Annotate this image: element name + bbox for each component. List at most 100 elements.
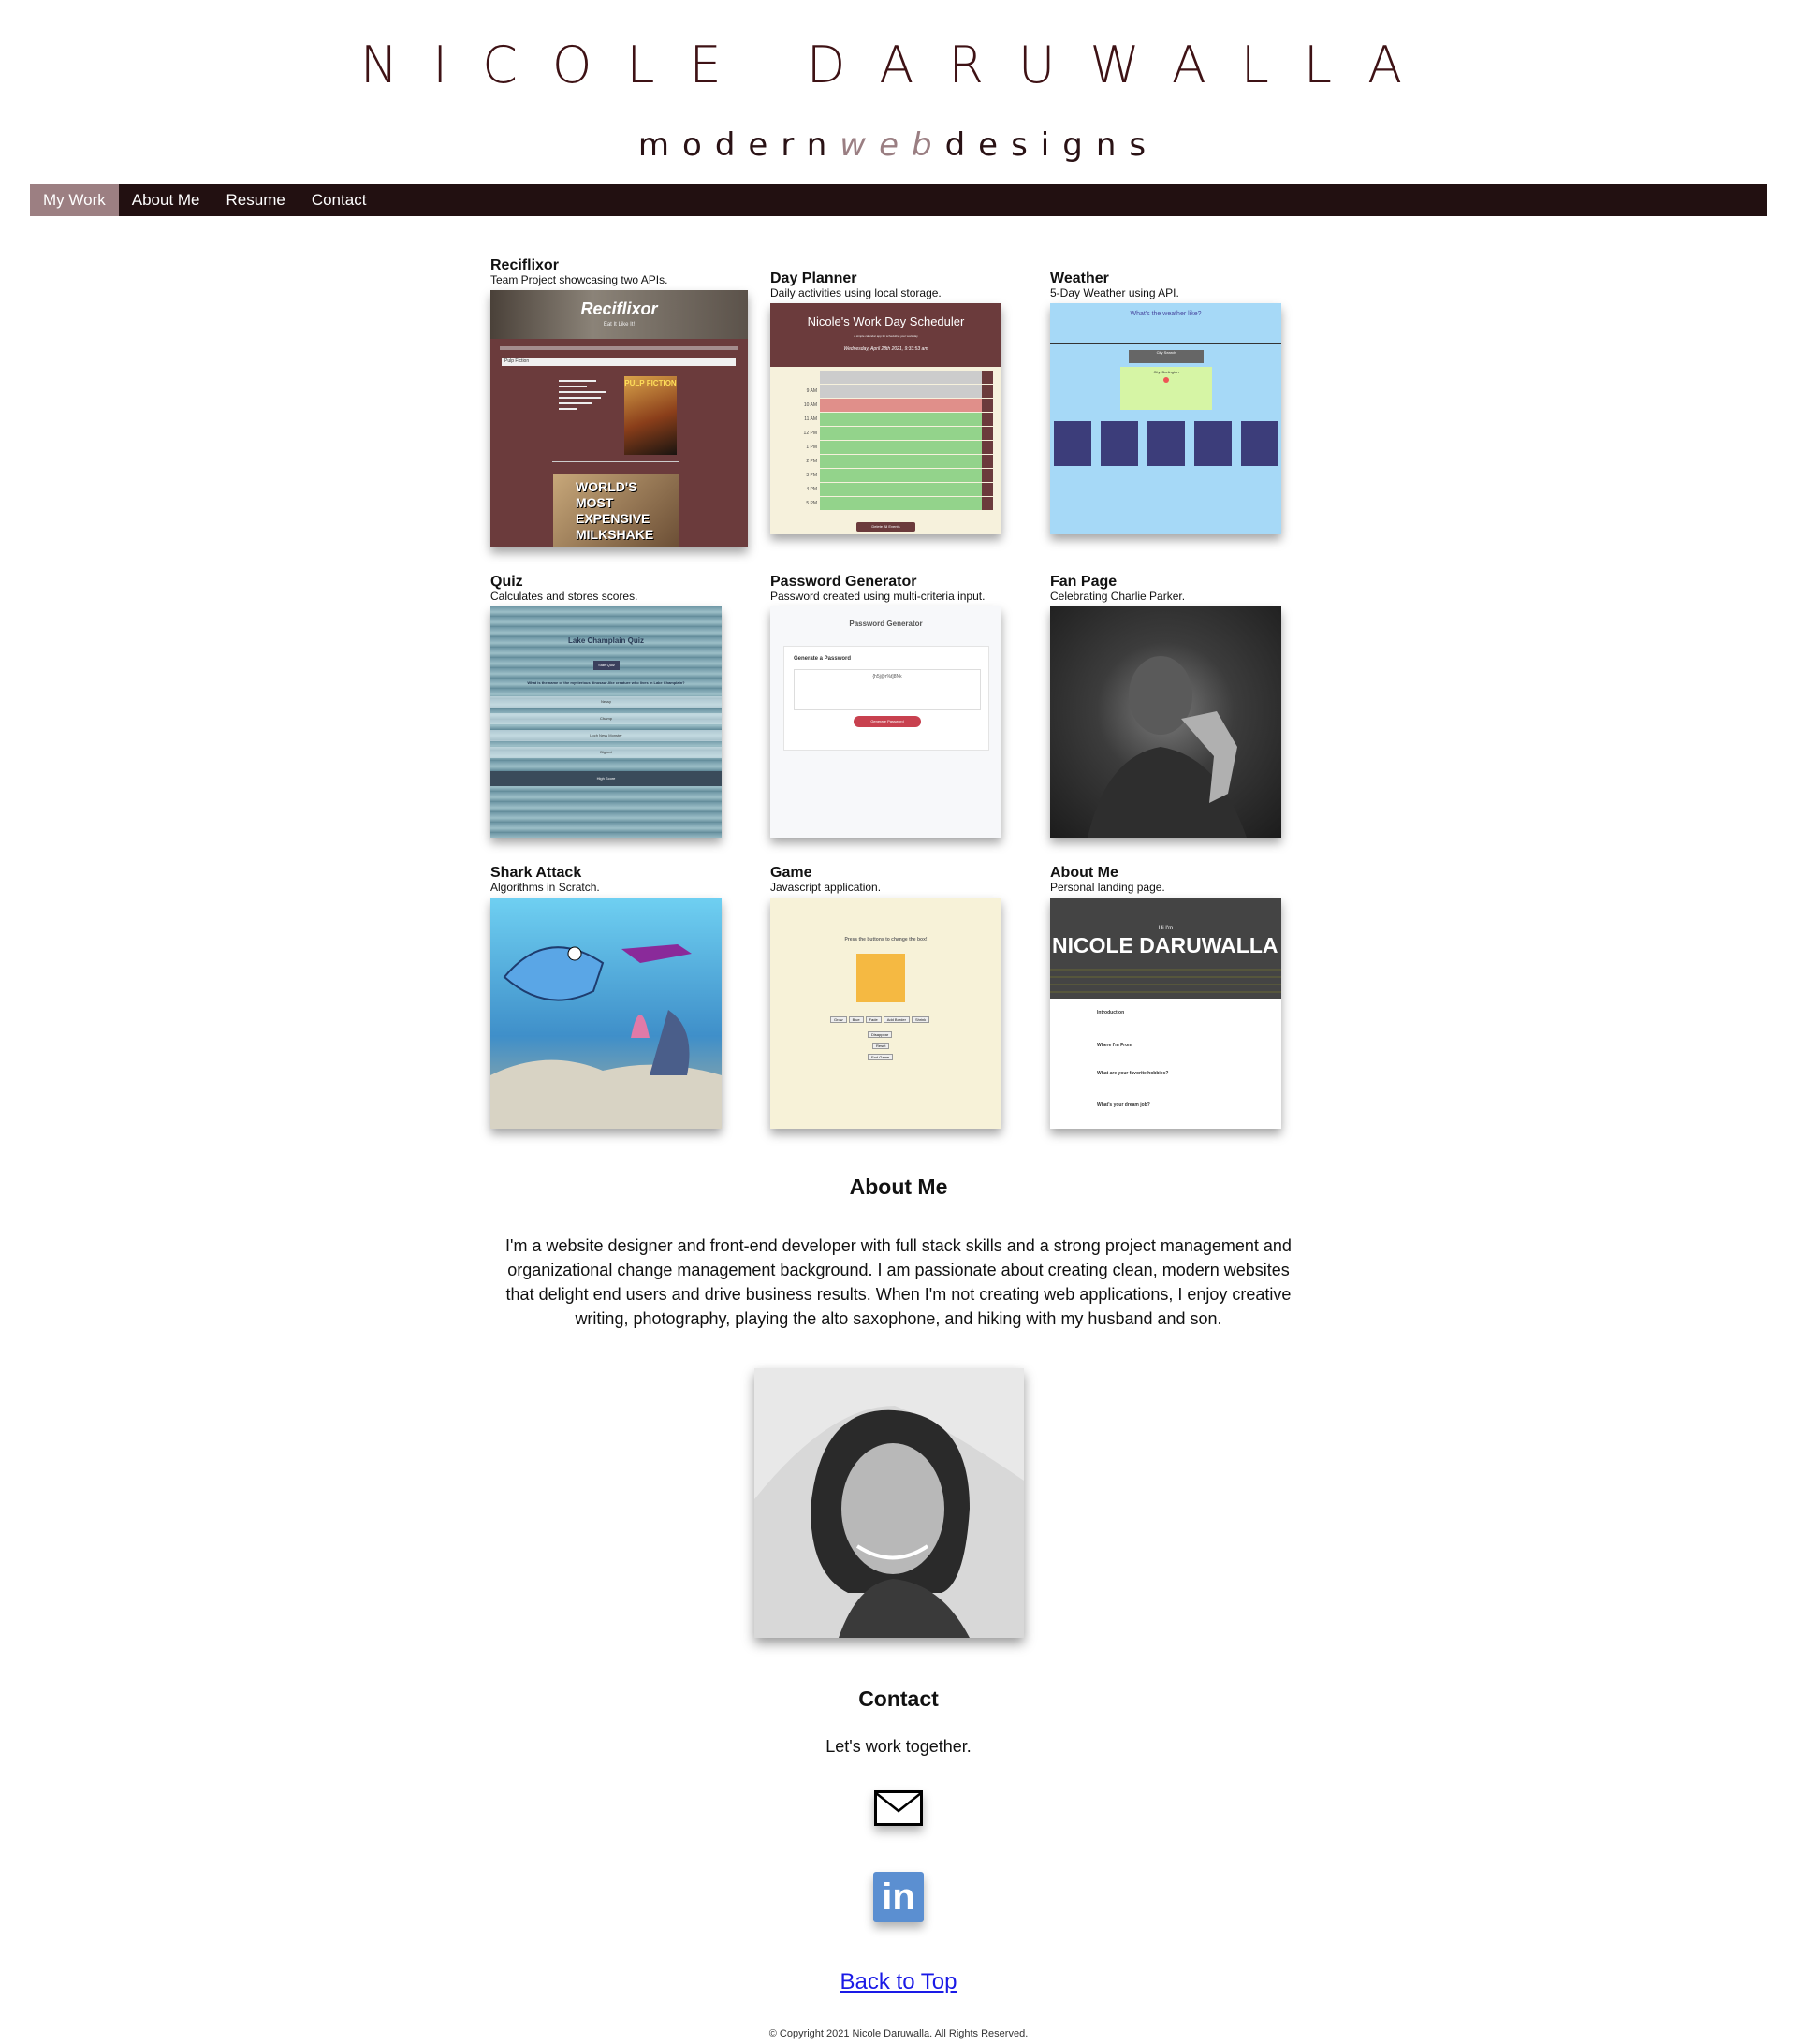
quiz-start-button: Start Quiz (593, 661, 620, 670)
planner-header: Nicole's Work Day Scheduler A simple cal… (770, 303, 1001, 367)
planner-row: 11 AM (780, 413, 993, 426)
poster-title: PULP FICTION (624, 379, 677, 387)
pw-generate-button: Generate Password (854, 716, 921, 727)
milkshake-banner: WORLD'S MOST EXPENSIVE MILKSHAKE (553, 474, 679, 548)
project-description: Algorithms in Scratch. (490, 881, 600, 894)
game-button-shrink: Shrink (911, 1016, 930, 1023)
game-button-grow: Grow (830, 1016, 847, 1023)
project-title: Password Generator (770, 574, 917, 590)
planner-row: 10 AM (780, 399, 993, 412)
planner-row-past (780, 371, 993, 384)
weather-current-card: City: Burlington (1120, 367, 1212, 410)
project-title: Shark Attack (490, 865, 582, 881)
thumb-password-generator[interactable]: Password Generator Generate a Password {… (770, 606, 1001, 838)
linkedin-icon[interactable]: in (873, 1872, 924, 1922)
thumb-weather[interactable]: What's the weather like? City Search Cit… (1050, 303, 1281, 534)
planner-sub: A simple calendar app for scheduling you… (854, 334, 918, 338)
project-title: Game (770, 865, 812, 881)
reciflixor-divider (552, 461, 679, 462)
about-name: NICOLE DARUWALLA (1052, 933, 1278, 957)
project-title: Day Planner (770, 270, 857, 286)
weather-divider (1050, 343, 1281, 344)
forecast-card (1054, 421, 1091, 466)
about-section-dream: What's your dream job? (1097, 1102, 1150, 1108)
project-description: Password created using multi-criteria in… (770, 590, 986, 603)
envelope-icon-graphic (874, 1790, 923, 1826)
project-title: About Me (1050, 865, 1118, 881)
forecast-card (1194, 421, 1232, 466)
project-shark-attack: Shark Attack Algorithms in Scratch. (490, 865, 771, 895)
project-description: 5-Day Weather using API. (1050, 286, 1179, 299)
site-title: NICOLE DARUWALLA (359, 36, 1438, 95)
reciflixor-search: Pulp Fiction (502, 358, 736, 366)
project-password-generator: Password Generator Password created usin… (770, 574, 1051, 604)
about-section-from: Where I'm From (1097, 1043, 1132, 1048)
site-tagline: modernwebdesigns (0, 126, 1797, 164)
nav-my-work[interactable]: My Work (30, 184, 119, 216)
project-description: Javascript application. (770, 881, 882, 894)
code-background (1050, 963, 1281, 999)
project-weather: Weather 5-Day Weather using API. (1050, 270, 1331, 300)
main-nav: My Work About Me Resume Contact (30, 184, 1767, 216)
envelope-icon[interactable] (874, 1790, 923, 1826)
thumb-day-planner[interactable]: Nicole's Work Day Scheduler A simple cal… (770, 303, 1001, 534)
weather-search-label: City Search (1156, 350, 1176, 355)
nav-resume[interactable]: Resume (213, 184, 299, 216)
forecast-card (1241, 421, 1278, 466)
saxophone-player-photo (1088, 656, 1247, 838)
thumb-game[interactable]: Press the buttons to change the box! Gro… (770, 898, 1001, 1129)
quiz-question: What is the name of the mysterious dinos… (527, 680, 685, 685)
project-title: Fan Page (1050, 574, 1118, 590)
weather-title: What's the weather like? (1130, 311, 1202, 317)
game-title: Press the buttons to change the box! (844, 937, 928, 942)
project-description: Personal landing page. (1050, 881, 1165, 894)
project-game: Game Javascript application. (770, 865, 1051, 895)
portrait-image (754, 1368, 1024, 1638)
planner-row: 5 PM (780, 497, 993, 510)
pw-card: Generate a Password {h5j@r%t]8Nk Generat… (783, 646, 989, 751)
planner-row: 3 PM (780, 469, 993, 482)
portrait-photo (754, 1368, 1024, 1638)
project-quiz: Quiz Calculates and stores scores. (490, 574, 771, 604)
planner-date: Wednesday, April 28th 2021, 9:33:53 am (843, 346, 928, 352)
back-to-top-link[interactable]: Back to Top (840, 1969, 957, 1994)
thumb-about-me[interactable]: Hi I'm NICOLE DARUWALLA Introduction Whe… (1050, 898, 1281, 1129)
project-description: Daily activities using local storage. (770, 286, 942, 299)
planner-row: 2 PM (780, 455, 993, 468)
about-text: I'm a website designer and front-end dev… (505, 1236, 1292, 1328)
thumb-fan-page[interactable] (1050, 606, 1281, 838)
shark-scene (490, 944, 722, 1129)
project-description: Team Project showcasing two APIs. (490, 273, 668, 286)
project-title: Weather (1050, 270, 1109, 286)
project-reciflixor: Reciflixor Team Project showcasing two A… (490, 257, 771, 287)
reciflixor-header: Reciflixor Eat It Like It! (490, 290, 748, 339)
reciflixor-movie-info (559, 376, 615, 460)
thumb-reciflixor[interactable]: Reciflixor Eat It Like It! Pulp Fiction … (490, 290, 748, 548)
planner-row: 4 PM (780, 483, 993, 496)
project-description: Calculates and stores scores. (490, 590, 638, 603)
about-section-intro: Introduction (1097, 1010, 1125, 1015)
game-button-end: End Game (868, 1054, 894, 1060)
linkedin-icon-letters: in (882, 1876, 915, 1918)
back-to-top: Back to Top (0, 1969, 1797, 1995)
reciflixor-text-line (500, 346, 738, 350)
copyright: © Copyright 2021 Nicole Daruwalla. All R… (768, 2028, 1029, 2039)
planner-rows: 9 AM 10 AM 11 AM 12 PM 1 PM 2 PM 3 PM 4 … (780, 371, 993, 511)
quiz-title: Lake Champlain Quiz (568, 636, 644, 645)
pw-card-title: Generate a Password (794, 656, 852, 662)
nav-contact[interactable]: Contact (299, 184, 380, 216)
about-section-hobbies: What are your favorite hobbies? (1097, 1071, 1169, 1076)
game-box (856, 954, 905, 1002)
project-about-me: About Me Personal landing page. (1050, 865, 1331, 895)
thumb-quiz[interactable]: Lake Champlain Quiz Start Quiz What is t… (490, 606, 722, 838)
project-title: Reciflixor (490, 257, 559, 273)
game-button-reset: Reset (872, 1043, 890, 1049)
planner-row: 9 AM (780, 385, 993, 398)
tagline-web: web (840, 126, 945, 164)
thumb-shark-attack[interactable] (490, 898, 722, 1129)
planner-row: 1 PM (780, 441, 993, 454)
game-button-fade: Fade (865, 1016, 882, 1023)
tagline-modern: modern (637, 126, 840, 164)
nav-about-me[interactable]: About Me (119, 184, 213, 216)
reciflixor-movie-card: PULP FICTION (559, 376, 680, 460)
